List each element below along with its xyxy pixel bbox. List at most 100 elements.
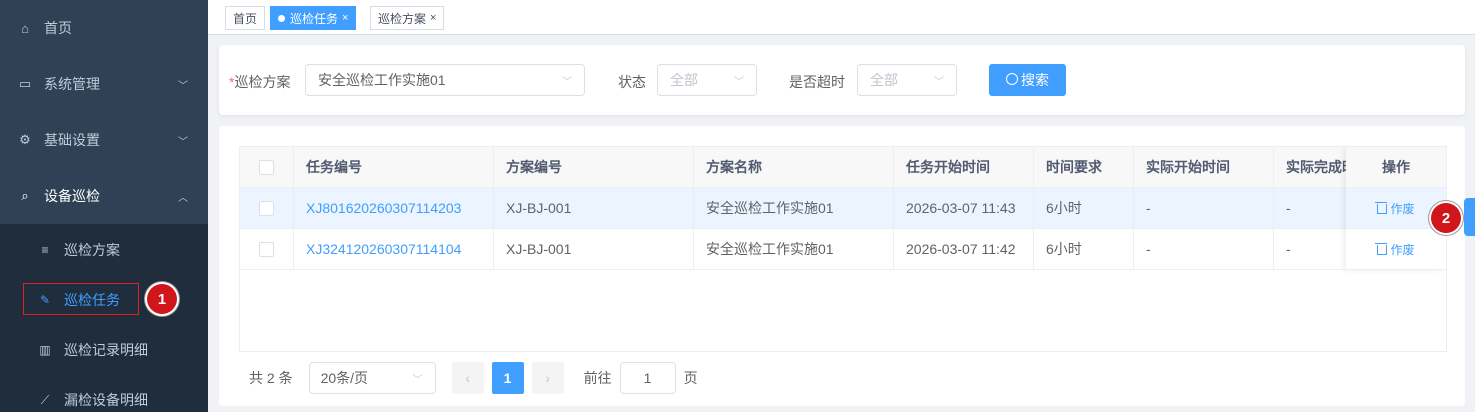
plan-no-cell: XJ-BJ-001 — [494, 229, 694, 269]
tag-inspection-task[interactable]: 巡检任务 × — [270, 6, 357, 30]
table-card: 任务编号 方案编号 方案名称 任务开始时间 时间要求 实际开始时间 实际完成时 … — [219, 126, 1465, 406]
page-number-button[interactable]: 1 — [491, 362, 524, 394]
overtime-select-placeholder: 全部 — [870, 72, 898, 88]
task-no-link[interactable]: XJ801620260307114203 — [306, 200, 461, 216]
search-button[interactable]: 搜索 — [989, 64, 1066, 96]
sidebar-item-label: 基础设置 — [44, 132, 100, 148]
plan-select-value: 安全巡检工作实施01 — [318, 72, 446, 88]
actual-start-cell: - — [1134, 229, 1274, 269]
sidebar-item-system[interactable]: ▭ 系统管理 ﹀ — [0, 56, 208, 112]
bar-chart-icon: ▥ — [39, 343, 51, 357]
search-button-label: 搜索 — [1021, 72, 1049, 88]
header-actual-end: 实际完成时 — [1274, 147, 1354, 187]
plan-select[interactable]: 安全巡检工作实施01 ﹀ — [305, 64, 585, 96]
sidebar-item-basic-settings[interactable]: ⚙ 基础设置 ﹀ — [0, 112, 208, 168]
next-page-button[interactable]: › — [531, 362, 564, 394]
settings-drawer-tab[interactable] — [1464, 198, 1475, 236]
gear-icon: ⚙ — [19, 132, 31, 147]
void-button[interactable]: 作废 — [1375, 200, 1415, 217]
header-plan-no: 方案编号 — [494, 147, 694, 187]
chevron-down-icon: ﹀ — [734, 77, 744, 88]
table-row[interactable]: XJ324120260307114104 XJ-BJ-001 安全巡检工作实施0… — [240, 229, 1446, 270]
header-task-no: 任务编号 — [294, 147, 494, 187]
plan-name-cell: 安全巡检工作实施01 — [694, 188, 894, 228]
select-all-checkbox[interactable] — [259, 159, 274, 175]
sidebar-item-home[interactable]: ⌂ 首页 — [0, 0, 208, 56]
sidebar-item-label: 漏检设备明细 — [64, 392, 148, 408]
status-select-placeholder: 全部 — [670, 72, 698, 88]
close-icon[interactable]: × — [342, 12, 348, 24]
header-operation: 操作 — [1346, 147, 1446, 188]
plan-name-cell: 安全巡检工作实施01 — [694, 229, 894, 269]
goto-page-input[interactable]: 1 — [619, 362, 676, 394]
plan-label: *巡检方案 — [229, 74, 291, 90]
void-button-label: 作废 — [1390, 242, 1415, 257]
sidebar-item-inspection[interactable]: ⌕ 设备巡检 ︿ — [0, 168, 208, 224]
actual-start-cell: - — [1134, 188, 1274, 228]
search-icon — [1006, 73, 1018, 85]
page-size-select[interactable]: 20条/页 ﹀ — [308, 362, 436, 394]
tag-inspection-plan[interactable]: 巡检方案 × — [370, 6, 445, 30]
tag-label: 巡检方案 — [378, 11, 427, 26]
home-icon: ⌂ — [21, 20, 29, 36]
row-checkbox-cell — [240, 229, 294, 269]
operation-cell: 作废 — [1346, 229, 1446, 270]
row-checkbox[interactable] — [259, 241, 274, 257]
start-time-cell: 2026-03-07 11:43 — [894, 188, 1034, 228]
tag-label: 首页 — [233, 11, 258, 26]
goto-label: 前往 — [583, 370, 612, 386]
void-button[interactable]: 作废 — [1375, 241, 1415, 258]
monitor-icon: ▭ — [18, 76, 32, 91]
chevron-down-icon: ﹀ — [178, 80, 188, 92]
sidebar-item-label: 设备巡检 — [44, 188, 100, 204]
sidebar: ⌂ 首页 ▭ 系统管理 ﹀ ⚙ 基础设置 ﹀ ⌕ 设备巡检 ︿ ≡ 巡检方案 ✎… — [0, 0, 208, 412]
sidebar-item-label: 首页 — [44, 20, 72, 36]
plan-no-cell: XJ-BJ-001 — [494, 188, 694, 228]
list-icon: ≡ — [41, 243, 49, 257]
overtime-label: 是否超时 — [789, 74, 845, 90]
pagination-total: 共 2 条 — [249, 370, 293, 386]
search-form: *巡检方案 安全巡检工作实施01 ﹀ 状态 全部 ﹀ 是否超时 全部 ﹀ 搜索 — [219, 45, 1465, 115]
sidebar-item-inspection-records[interactable]: ▥ 巡检记录明细 — [0, 325, 208, 375]
sidebar-item-label: 巡检记录明细 — [64, 342, 148, 358]
sidebar-item-label: 巡检任务 — [64, 292, 120, 308]
task-no-link[interactable]: XJ324120260307114104 — [306, 241, 461, 257]
page-size-value: 20条/页 — [320, 370, 369, 386]
actual-end-cell: - — [1274, 188, 1354, 228]
chevron-down-icon: ﹀ — [412, 375, 423, 386]
time-req-cell: 6小时 — [1034, 229, 1134, 269]
header-checkbox-cell — [240, 147, 294, 187]
task-table: 任务编号 方案编号 方案名称 任务开始时间 时间要求 实际开始时间 实际完成时 … — [239, 146, 1447, 352]
task-no-cell: XJ801620260307114203 — [294, 188, 494, 228]
start-time-cell: 2026-03-07 11:42 — [894, 229, 1034, 269]
tags-bar: 首页 巡检任务 × 巡检方案 × — [208, 0, 1475, 35]
sidebar-item-inspection-plan[interactable]: ≡ 巡检方案 — [0, 225, 208, 275]
header-actual-start: 实际开始时间 — [1134, 147, 1274, 187]
prev-page-button[interactable]: ‹ — [451, 362, 484, 394]
void-button-label: 作废 — [1390, 201, 1415, 216]
line-chart-icon: ⟋ — [40, 392, 50, 407]
overtime-select[interactable]: 全部 ﹀ — [857, 64, 957, 96]
row-checkbox[interactable] — [259, 200, 274, 216]
header-start-time: 任务开始时间 — [894, 147, 1034, 187]
header-time-req: 时间要求 — [1034, 147, 1134, 187]
status-select[interactable]: 全部 ﹀ — [657, 64, 757, 96]
sidebar-item-missed-devices[interactable]: ⟋ 漏检设备明细 — [0, 375, 208, 412]
header-plan-name: 方案名称 — [694, 147, 894, 187]
chevron-down-icon: ﹀ — [178, 136, 188, 148]
page-suffix: 页 — [683, 370, 698, 386]
table-row[interactable]: XJ801620260307114203 XJ-BJ-001 安全巡检工作实施0… — [240, 188, 1446, 229]
row-checkbox-cell — [240, 188, 294, 228]
sidebar-item-label: 巡检方案 — [64, 242, 120, 258]
active-dot-icon — [278, 14, 285, 22]
close-icon[interactable]: × — [430, 12, 436, 24]
tag-home[interactable]: 首页 — [225, 6, 266, 30]
chevron-down-icon: ﹀ — [934, 77, 944, 88]
marker-badge-1: 1 — [147, 284, 177, 314]
time-req-cell: 6小时 — [1034, 188, 1134, 228]
actual-end-cell: - — [1274, 229, 1354, 269]
chevron-up-icon: ︿ — [178, 192, 188, 204]
tag-label: 巡检任务 — [290, 11, 339, 26]
operation-column: 操作 作废 作废 — [1346, 147, 1446, 270]
sidebar-item-label: 系统管理 — [44, 76, 100, 92]
